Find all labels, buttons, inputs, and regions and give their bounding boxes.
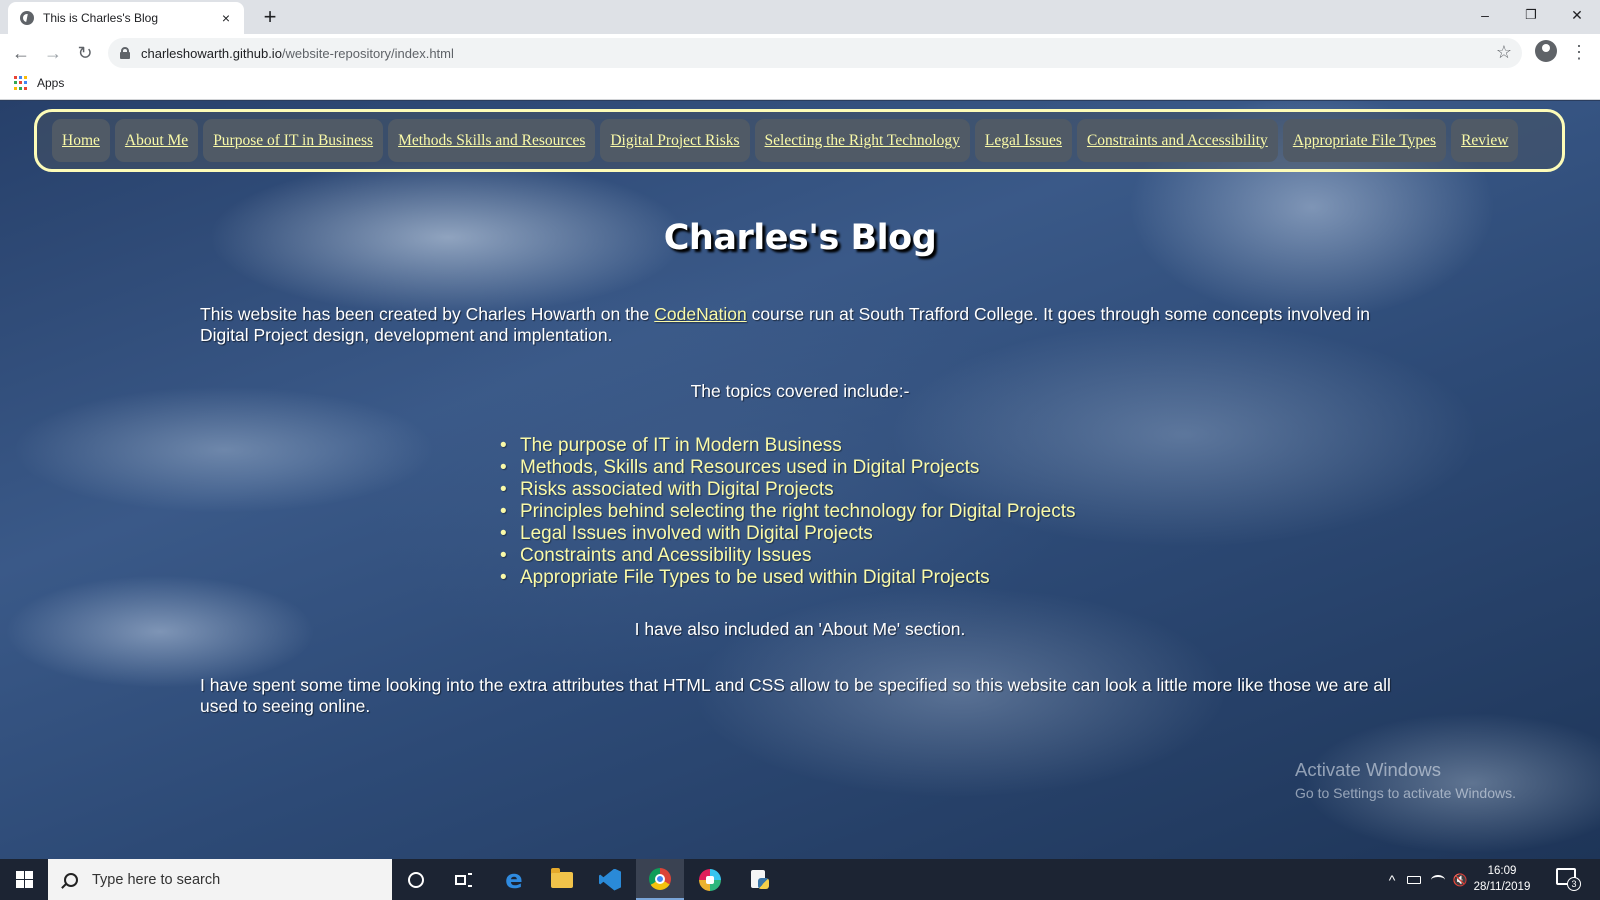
slack-icon xyxy=(699,868,721,891)
url-host: charleshowarth.github.io xyxy=(141,45,282,61)
lock-icon xyxy=(120,47,130,59)
minimize-button[interactable]: – xyxy=(1462,0,1508,30)
slack-taskbar-button[interactable] xyxy=(686,859,734,900)
list-item: The purpose of IT in Modern Business xyxy=(500,435,1076,457)
tab-title: This is Charles's Blog xyxy=(43,11,158,25)
intro-paragraph: This website has been created by Charles… xyxy=(200,304,1400,346)
volume-muted-icon[interactable]: 🔇 xyxy=(1450,859,1470,900)
nav-link-home[interactable]: Home xyxy=(52,119,110,162)
back-button[interactable]: ← xyxy=(8,40,34,66)
codenation-link[interactable]: CodeNation xyxy=(654,304,746,324)
taskbar-search-box[interactable]: Type here to search xyxy=(48,859,392,900)
windows-taskbar: Type here to search e ^ 🔇 16:09 28/11/20… xyxy=(0,859,1600,900)
python-file-icon xyxy=(749,869,771,891)
list-item: Methods, Skills and Resources used in Di… xyxy=(500,457,1076,479)
restore-button[interactable]: ❐ xyxy=(1508,0,1554,30)
clock-date: 28/11/2019 xyxy=(1473,881,1531,893)
start-button[interactable] xyxy=(0,859,48,900)
action-center-icon[interactable]: 3 xyxy=(1556,868,1581,891)
activate-windows-watermark: Activate Windows Go to Settings to activ… xyxy=(1295,759,1516,801)
closing-paragraph: I have spent some time looking into the … xyxy=(200,675,1391,716)
nav-link-methods-skills[interactable]: Methods Skills and Resources xyxy=(388,119,596,162)
topics-list: The purpose of IT in Modern Business Met… xyxy=(500,435,1076,589)
globe-favicon-icon xyxy=(20,11,34,25)
nav-link-selecting-technology[interactable]: Selecting the Right Technology xyxy=(754,119,970,162)
folder-icon xyxy=(551,867,573,888)
edge-icon: e xyxy=(505,864,523,895)
clock-time: 16:09 xyxy=(1487,865,1517,877)
watermark-title: Activate Windows xyxy=(1295,759,1441,780)
browser-toolbar: ← → ↻ charleshowarth.github.io/website-r… xyxy=(0,34,1600,70)
python-taskbar-button[interactable] xyxy=(736,859,784,900)
list-item: Appropriate File Types to be used within… xyxy=(500,567,1076,589)
apps-grid-icon xyxy=(14,76,28,90)
task-view-button[interactable] xyxy=(440,859,488,900)
browser-tab-strip: This is Charles's Blog × + – ❐ ✕ xyxy=(0,0,1600,34)
nav-link-constraints-accessibility[interactable]: Constraints and Accessibility xyxy=(1076,119,1278,162)
vscode-icon xyxy=(599,868,621,891)
list-item: Risks associated with Digital Projects xyxy=(500,479,1076,501)
search-placeholder: Type here to search xyxy=(92,871,221,888)
tray-overflow-chevron-icon[interactable]: ^ xyxy=(1382,859,1402,900)
forward-button[interactable]: → xyxy=(40,40,66,66)
url-path: /website-repository/index.html xyxy=(281,45,454,61)
browser-tab[interactable]: This is Charles's Blog × xyxy=(8,2,244,34)
topics-heading: The topics covered include:- xyxy=(690,381,910,401)
address-bar[interactable]: charleshowarth.github.io/website-reposit… xyxy=(108,38,1522,68)
apps-shortcut[interactable]: Apps xyxy=(14,76,64,90)
notification-count-badge: 3 xyxy=(1567,877,1581,891)
intro-text-start: This website has been created by Charles… xyxy=(200,304,655,324)
nav-link-purpose-of-it[interactable]: Purpose of IT in Business xyxy=(203,119,384,162)
bookmarks-bar: Apps xyxy=(0,70,1600,100)
chrome-icon xyxy=(649,867,671,890)
reload-button[interactable]: ↻ xyxy=(72,40,98,66)
watermark-subtitle: Go to Settings to activate Windows. xyxy=(1295,785,1516,801)
close-window-button[interactable]: ✕ xyxy=(1554,0,1600,30)
apps-label: Apps xyxy=(37,76,65,90)
tab-close-icon[interactable]: × xyxy=(218,10,234,26)
windows-logo-icon xyxy=(15,871,33,888)
file-explorer-taskbar-button[interactable] xyxy=(538,859,586,900)
page-viewport: Home About Me Purpose of IT in Business … xyxy=(0,101,1600,859)
wifi-icon[interactable] xyxy=(1428,859,1448,900)
browser-menu-icon[interactable]: ⋮ xyxy=(1570,40,1588,64)
chrome-taskbar-button[interactable] xyxy=(636,859,684,900)
list-item: Constraints and Acessibility Issues xyxy=(500,545,1076,567)
new-tab-button[interactable]: + xyxy=(256,4,284,32)
battery-icon[interactable] xyxy=(1404,859,1424,900)
list-item: Legal Issues involved with Digital Proje… xyxy=(500,523,1076,545)
nav-link-file-types[interactable]: Appropriate File Types xyxy=(1282,119,1447,162)
bookmark-star-icon[interactable]: ☆ xyxy=(1496,42,1512,63)
nav-link-digital-project-risks[interactable]: Digital Project Risks xyxy=(600,119,750,162)
task-view-icon xyxy=(455,872,473,887)
site-nav-bar: Home About Me Purpose of IT in Business … xyxy=(34,109,1565,172)
nav-link-about-me[interactable]: About Me xyxy=(114,119,199,162)
profile-avatar-icon[interactable] xyxy=(1535,40,1557,62)
cortana-button[interactable] xyxy=(392,859,440,900)
nav-link-legal-issues[interactable]: Legal Issues xyxy=(974,119,1072,162)
list-item: Principles behind selecting the right te… xyxy=(500,501,1076,523)
search-icon xyxy=(64,872,78,887)
about-me-note: I have also included an 'About Me' secti… xyxy=(634,619,966,639)
vscode-taskbar-button[interactable] xyxy=(586,859,634,900)
system-clock[interactable]: 16:09 28/11/2019 xyxy=(1470,863,1534,895)
cortana-icon xyxy=(408,871,424,888)
edge-taskbar-button[interactable]: e xyxy=(490,859,538,900)
nav-link-review[interactable]: Review xyxy=(1451,119,1519,162)
page-title: Charles's Blog xyxy=(663,218,937,258)
